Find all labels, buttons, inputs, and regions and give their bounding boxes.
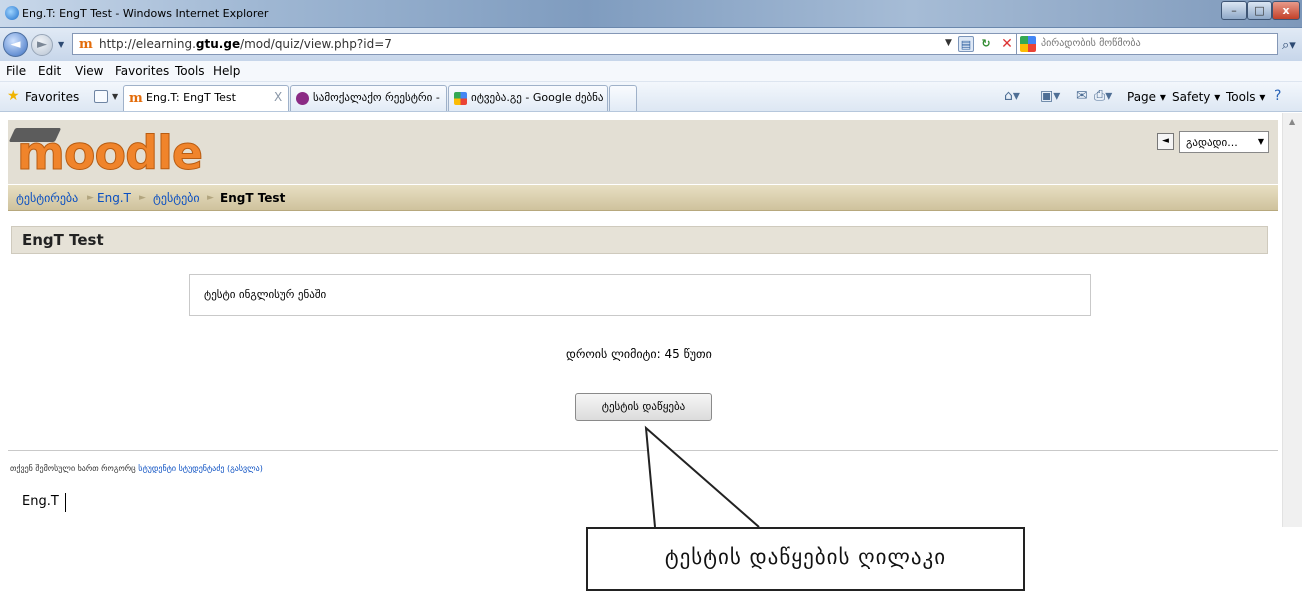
callout-pointer xyxy=(644,425,760,528)
callout-text: ტესტის დაწყების ღილაკი xyxy=(664,545,947,569)
callout-box: ტესტის დაწყების ღილაკი xyxy=(586,527,1025,591)
